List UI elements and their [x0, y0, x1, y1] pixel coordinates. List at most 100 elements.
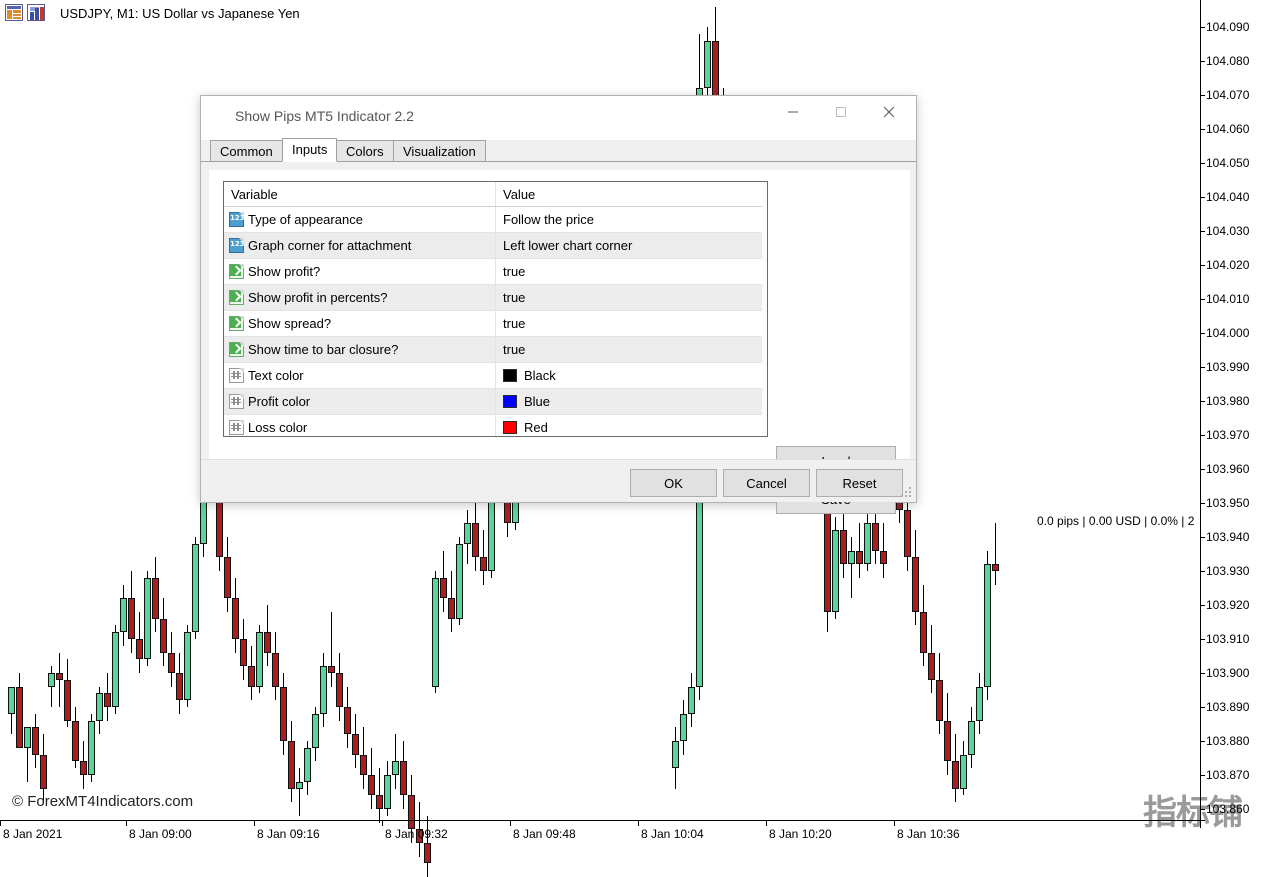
cell-variable[interactable]: Show profit in percents?	[224, 285, 496, 310]
candlestick	[304, 741, 311, 796]
candlestick	[976, 673, 983, 735]
candlestick	[88, 713, 95, 782]
candlestick	[352, 713, 359, 769]
price-tick-label: 103.980	[1206, 394, 1250, 408]
candlestick	[72, 707, 79, 769]
candlestick	[104, 673, 111, 721]
table-row[interactable]: Show profit? true	[224, 259, 767, 285]
cell-variable[interactable]: Show profit?	[224, 259, 496, 284]
candle-wick	[995, 523, 996, 585]
variable-label: Show time to bar closure?	[248, 342, 399, 357]
resize-grip[interactable]	[901, 487, 913, 499]
dialog-tab-bar[interactable]: Common Inputs Colors Visualization	[201, 138, 916, 162]
candlestick	[344, 686, 351, 748]
cell-value[interactable]: Red	[496, 415, 767, 436]
candlestick	[680, 700, 687, 755]
candlestick	[256, 625, 263, 694]
cell-variable[interactable]: Show time to bar closure?	[224, 337, 496, 362]
table-scrollbar[interactable]	[762, 182, 767, 436]
table-row[interactable]: Show spread? true	[224, 311, 767, 337]
maximize-button[interactable]	[818, 96, 864, 128]
grip-dot	[909, 487, 911, 489]
candle-body	[336, 672, 343, 707]
table-row[interactable]: Show profit in percents? true	[224, 285, 767, 311]
grip-dot	[905, 491, 907, 493]
price-tick-label: 104.040	[1206, 190, 1250, 204]
tab-colors[interactable]: Colors	[336, 140, 394, 162]
candle-body	[704, 40, 711, 89]
cell-value[interactable]: Follow the price	[496, 207, 767, 232]
dialog-titlebar[interactable]: Show Pips MT5 Indicator 2.2	[201, 96, 916, 140]
cell-value[interactable]: Left lower chart corner	[496, 233, 767, 258]
candle-body	[968, 720, 975, 755]
candle-wick	[59, 652, 60, 707]
candlestick	[912, 530, 919, 626]
tab-inputs[interactable]: Inputs	[282, 138, 338, 162]
candle-body	[80, 761, 87, 775]
cell-variable[interactable]: Profit color	[224, 389, 496, 414]
minimize-button[interactable]	[770, 96, 816, 128]
candlestick	[944, 693, 951, 775]
cell-value[interactable]: true	[496, 337, 767, 362]
table-row[interactable]: Show time to bar closure? true	[224, 337, 767, 363]
candlestick	[480, 530, 487, 585]
cell-value[interactable]: Blue	[496, 389, 767, 414]
candlestick	[832, 516, 839, 619]
table-row[interactable]: Text color Black	[224, 363, 767, 389]
table-row[interactable]: Profit color Blue	[224, 389, 767, 415]
candle-body	[472, 523, 479, 558]
value-label: Follow the price	[503, 212, 595, 227]
indicator-properties-dialog[interactable]: Show Pips MT5 Indicator 2.2 Common Inputs…	[200, 95, 917, 514]
price-tick: 103.940	[1200, 530, 1271, 544]
ok-button[interactable]: OK	[630, 469, 717, 497]
price-tick: 104.090	[1200, 20, 1271, 34]
table-row[interactable]: Loss color Red	[224, 415, 767, 436]
cell-variable[interactable]: Show spread?	[224, 311, 496, 336]
cell-value[interactable]: true	[496, 311, 767, 336]
price-tick-label: 103.870	[1206, 768, 1250, 782]
price-axis[interactable]: 104.090 104.080 104.070 104.060 104.050 104.0…	[1200, 0, 1271, 846]
cell-variable[interactable]: 123 Type of appearance	[224, 207, 496, 232]
value-label: Blue	[524, 394, 551, 409]
candlestick	[688, 673, 695, 728]
cell-variable[interactable]: Text color	[224, 363, 496, 388]
candlestick	[864, 509, 871, 571]
price-tick-dash	[1200, 605, 1205, 606]
candle-body	[360, 754, 367, 775]
price-tick-dash	[1200, 95, 1205, 96]
reset-button[interactable]: Reset	[816, 469, 903, 497]
grip-dot	[905, 495, 907, 497]
close-button[interactable]	[866, 96, 912, 128]
candle-body	[56, 672, 63, 680]
candle-body	[880, 550, 887, 565]
candle-body	[992, 564, 999, 571]
price-tick-label: 103.970	[1206, 428, 1250, 442]
candle-body	[176, 672, 183, 701]
table-row[interactable]: 123 Graph corner for attachment Left lower…	[224, 233, 767, 259]
cell-value[interactable]: true	[496, 285, 767, 310]
chart-grid-icon[interactable]	[5, 4, 23, 21]
candle-body	[312, 713, 319, 748]
cell-variable[interactable]: 123 Graph corner for attachment	[224, 233, 496, 258]
candlestick	[24, 727, 31, 782]
price-tick-label: 104.010	[1206, 292, 1250, 306]
parameters-table[interactable]: Variable Value 123 Type of appearance Foll…	[223, 181, 768, 437]
cell-value[interactable]: Black	[496, 363, 767, 388]
tab-label: Inputs	[292, 142, 328, 157]
candlestick	[288, 720, 295, 803]
tab-visualization[interactable]: Visualization	[393, 140, 486, 162]
candle-body	[672, 740, 679, 769]
table-row[interactable]: 123 Type of appearance Follow the price	[224, 207, 767, 233]
price-tick-dash	[1200, 61, 1205, 62]
chart-bars-icon[interactable]	[27, 4, 45, 21]
value-label: true	[503, 316, 526, 331]
cell-variable[interactable]: Loss color	[224, 415, 496, 436]
cell-value[interactable]: true	[496, 259, 767, 284]
candlestick	[672, 727, 679, 789]
tab-common[interactable]: Common	[210, 140, 283, 162]
candle-body	[928, 652, 935, 680]
candlestick	[856, 523, 863, 578]
dialog-title: Show Pips MT5 Indicator 2.2	[235, 108, 414, 124]
cancel-button[interactable]: Cancel	[723, 469, 810, 497]
time-axis[interactable]: 8 Jan 2021 8 Jan 09:00 8 Jan 09:16 8 Jan 09…	[0, 820, 1271, 846]
